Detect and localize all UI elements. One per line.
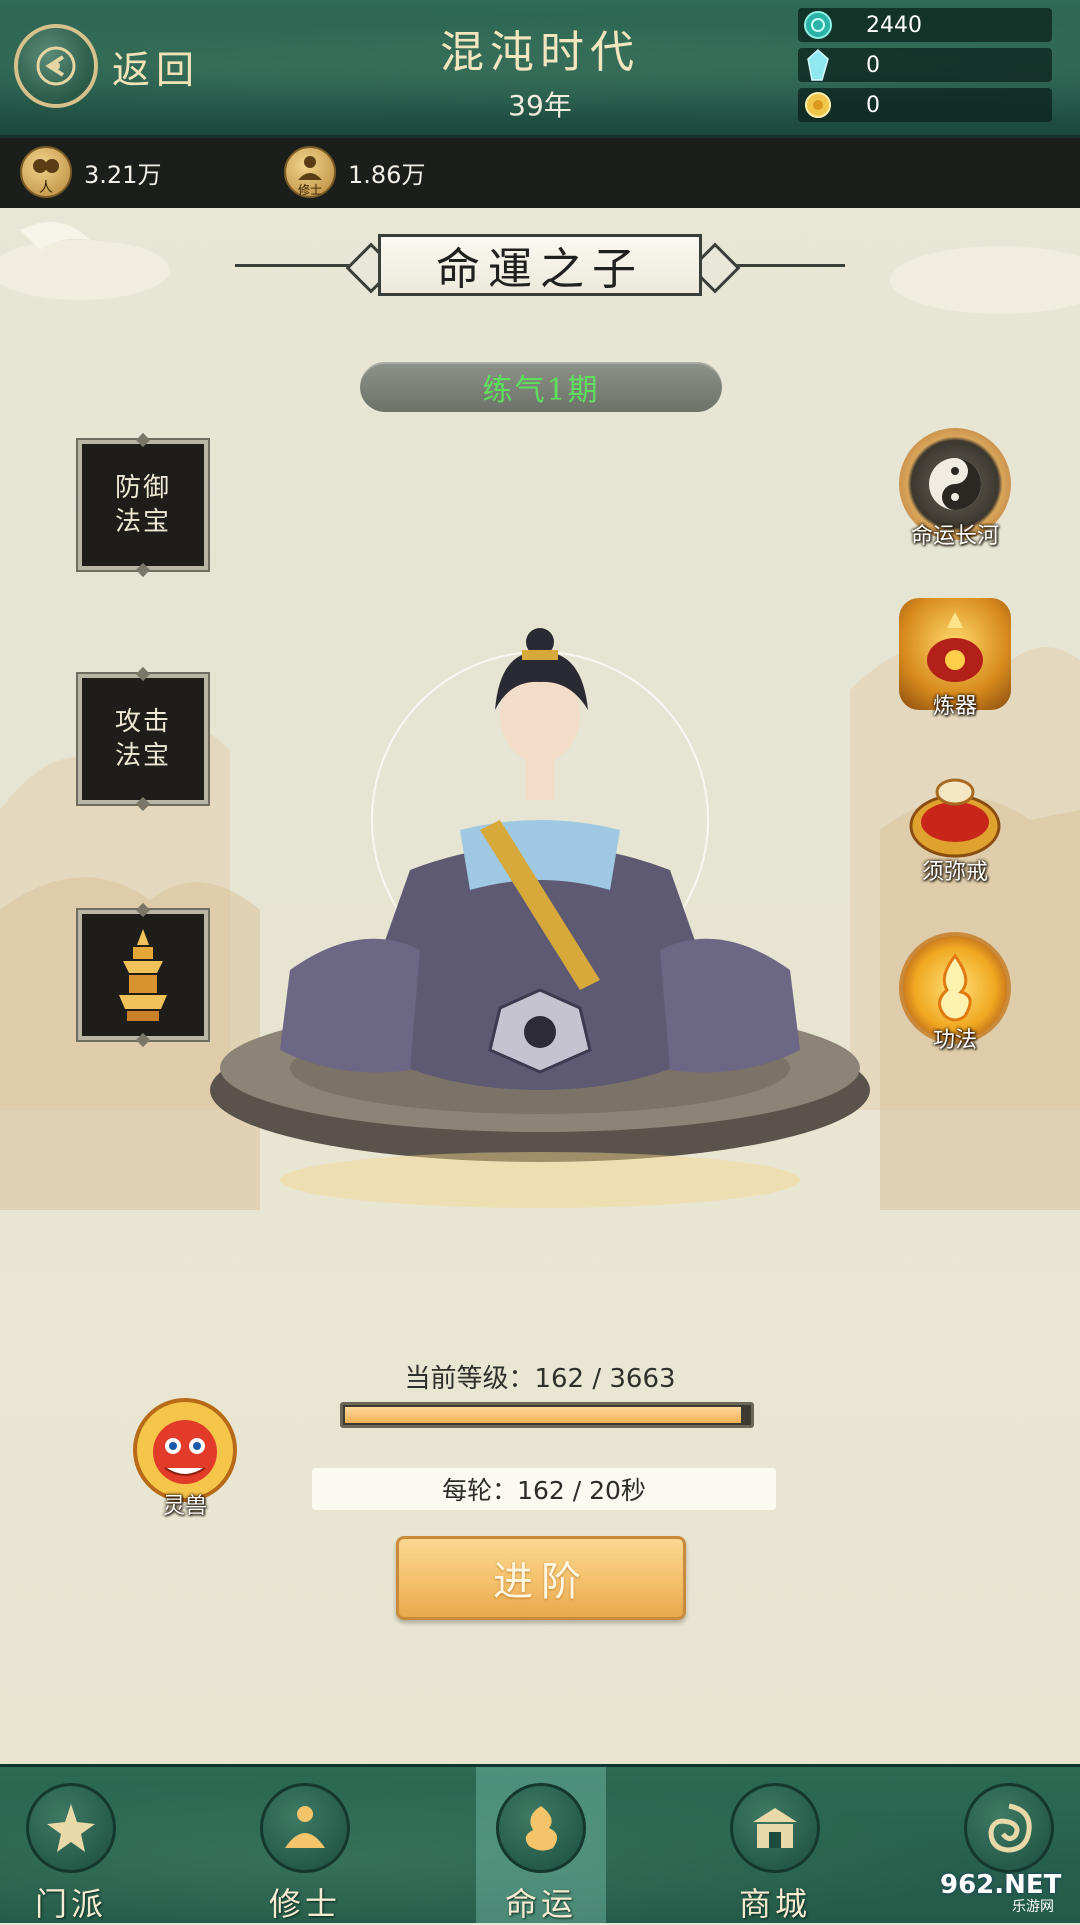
nav-shop[interactable]: 商城 [710, 1767, 840, 1923]
equipped-treasure-slot[interactable] [76, 902, 210, 1048]
cultivator-stat-icon: 修士 [284, 146, 336, 198]
advance-button[interactable]: 进阶 [396, 1536, 686, 1620]
page-title-box: 混沌时代 39年 [340, 16, 740, 124]
defense-treasure-label: 防御 法宝 [114, 473, 171, 537]
stats-strip: 人 3.21万 修士 1.86万 [0, 138, 1080, 208]
nav-sect[interactable]: 门派 [6, 1767, 136, 1923]
back-arrow-icon [14, 24, 98, 108]
watermark-sub: 乐游网 [1012, 1899, 1054, 1915]
nav-cultivator[interactable]: 修士 [240, 1767, 370, 1923]
cultivators-value: 1.86万 [348, 160, 426, 189]
attack-treasure-label: 攻击 法宝 [114, 707, 171, 771]
nav-destiny[interactable]: 命运 [476, 1767, 606, 1923]
refining-button[interactable]: 炼器 [885, 598, 1025, 720]
spirit-beast-label: 灵兽 [162, 1494, 207, 1519]
platform-glow [280, 1152, 800, 1208]
nav-label: 门派 [34, 1885, 107, 1923]
top-header: 返回 混沌时代 39年 2440 0 0 [0, 0, 1080, 138]
banner-title: 命運之子 [378, 234, 702, 296]
sumeru-ring-label: 须弥戒 [921, 860, 988, 885]
nav-label: 商城 [738, 1885, 811, 1923]
right-sleeve [660, 938, 800, 1073]
population-stat: 人 3.21万 [20, 146, 161, 198]
destiny-banner: 命運之子 [235, 230, 845, 300]
destiny-river-label: 命运长河 [910, 524, 999, 549]
population-value: 3.21万 [84, 160, 162, 189]
neck [525, 760, 555, 800]
gold-ingot-icon [798, 88, 838, 122]
current-level-text: 当前等级：162 / 3663 [404, 1364, 676, 1394]
cultivator-character [210, 620, 870, 1290]
dragon-icon [964, 1783, 1054, 1873]
golden-pagoda-icon [119, 929, 167, 1021]
left-sleeve [280, 938, 420, 1073]
bottom-navigation: 门派 修士 命运 商城 [0, 1764, 1080, 1923]
technique-button[interactable]: 功法 [885, 932, 1025, 1054]
cultivator-icon-label: 修士 [298, 182, 322, 196]
technique-label: 功法 [932, 1028, 977, 1053]
resource-value: 0 [866, 52, 880, 78]
resource-crystal[interactable]: 0 [798, 48, 1052, 82]
back-label: 返回 [112, 47, 201, 92]
crystal-icon [798, 48, 838, 82]
per-round-text: 每轮：162 / 20秒 [312, 1468, 776, 1510]
page-subtitle: 39年 [508, 89, 572, 122]
resource-value: 0 [866, 92, 880, 118]
sumeru-ring-button[interactable]: 须弥戒 [885, 764, 1025, 886]
resource-gold[interactable]: 0 [798, 88, 1052, 122]
population-icon: 人 [20, 146, 72, 198]
resource-value: 2440 [866, 12, 922, 38]
cultivator-icon [260, 1783, 350, 1873]
level-progress-bar [340, 1402, 754, 1428]
realm-badge: 练气1期 [360, 362, 722, 412]
sect-icon [26, 1783, 116, 1873]
cultivator-stat: 修士 1.86万 [284, 146, 425, 198]
nav-label: 命运 [504, 1885, 577, 1923]
shop-icon [730, 1783, 820, 1873]
refining-label: 炼器 [932, 694, 977, 719]
destiny-river-button[interactable]: 命运长河 [885, 428, 1025, 550]
spirit-beast-button[interactable]: 灵兽 [120, 1390, 250, 1520]
defense-treasure-slot[interactable]: 防御 法宝 [76, 432, 210, 578]
level-progress-fill [345, 1407, 741, 1423]
spirit-stone-icon [798, 8, 838, 42]
back-button[interactable]: 返回 [14, 24, 200, 108]
attack-treasure-slot[interactable]: 攻击 法宝 [76, 666, 210, 812]
nav-label: 修士 [268, 1885, 341, 1923]
destiny-icon [496, 1783, 586, 1873]
resource-spirit-stone[interactable]: 2440 [798, 8, 1052, 42]
page-title: 混沌时代 [440, 27, 640, 78]
population-icon-label: 人 [39, 180, 53, 196]
